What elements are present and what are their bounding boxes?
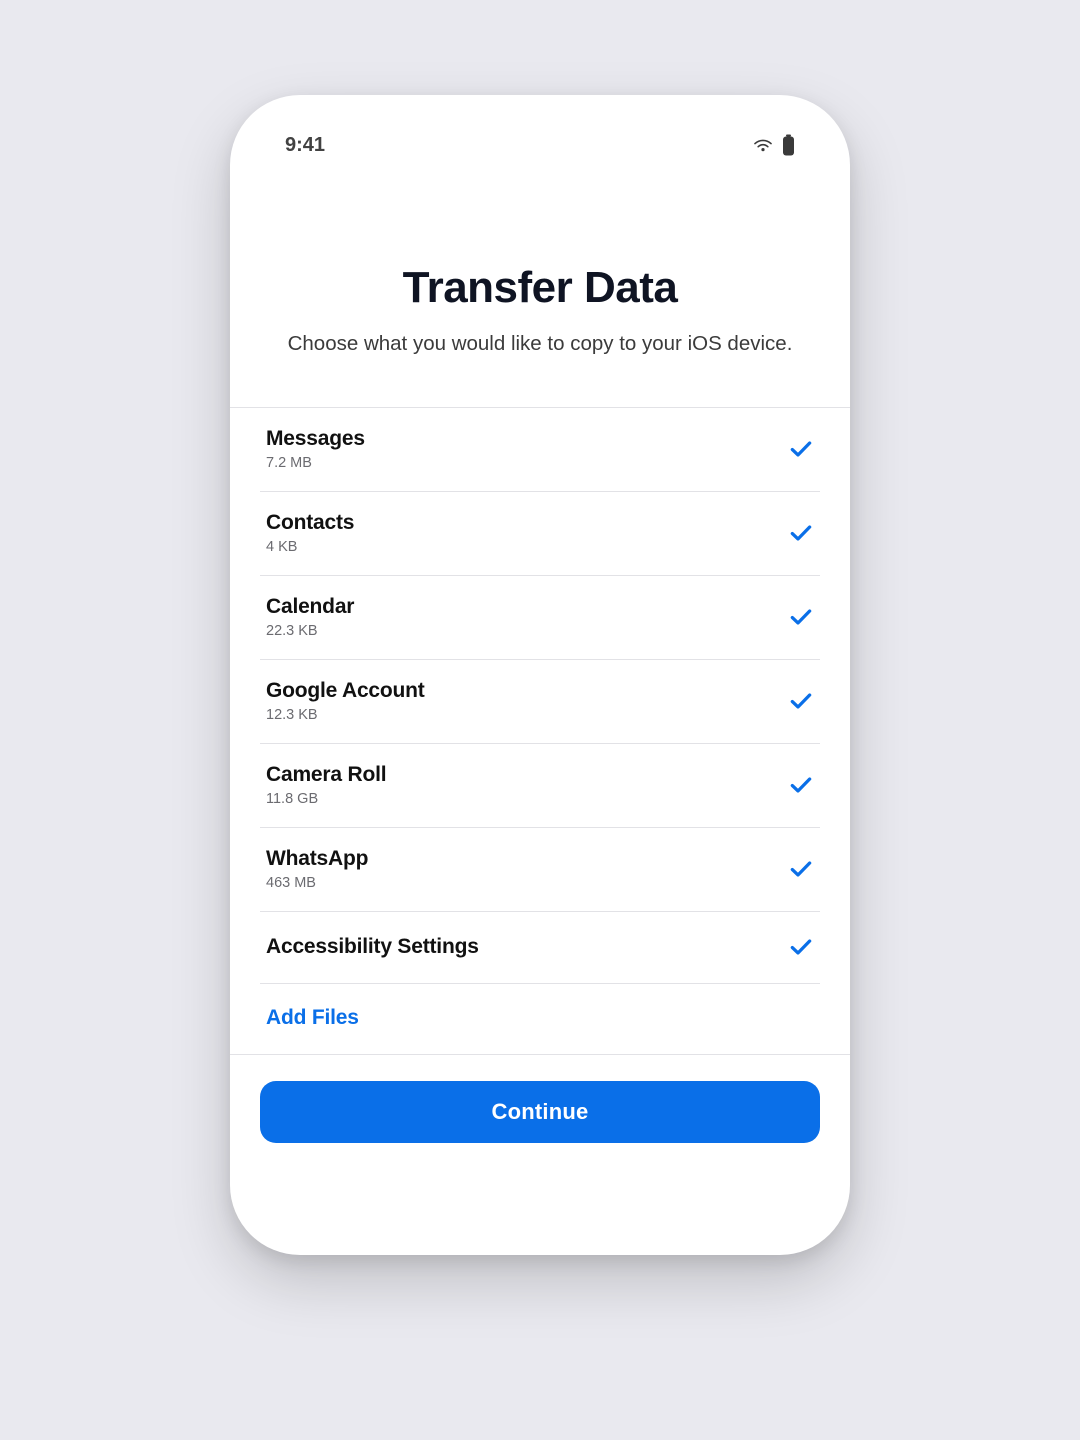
list-item-title: Accessibility Settings [266,935,479,959]
add-files-row: Add Files [230,984,850,1055]
page-title: Transfer Data [270,263,810,313]
checkmark-icon [788,520,814,546]
list-item-size: 22.3 KB [266,623,354,639]
device-frame: 9:41 Transfer Data Choose what you would… [230,95,850,1255]
wifi-icon [752,137,774,153]
add-files-button[interactable]: Add Files [266,1006,359,1030]
checkmark-icon [788,934,814,960]
list-item-title: WhatsApp [266,847,368,871]
checkmark-icon [788,436,814,462]
list-item-size: 12.3 KB [266,707,425,723]
list-item-title: Calendar [266,595,354,619]
list-item-size: 463 MB [266,875,368,891]
status-time: 9:41 [285,134,325,157]
page-header: Transfer Data Choose what you would like… [230,165,850,367]
list-item-title: Google Account [266,679,425,703]
list-item-camera-roll[interactable]: Camera Roll 11.8 GB [260,744,820,828]
list-item-size: 4 KB [266,539,354,555]
battery-icon [782,134,795,156]
list-item-title: Messages [266,427,365,451]
list-item-calendar[interactable]: Calendar 22.3 KB [260,576,820,660]
list-item-messages[interactable]: Messages 7.2 MB [260,408,820,492]
list-item-whatsapp[interactable]: WhatsApp 463 MB [260,828,820,912]
list-item-contacts[interactable]: Contacts 4 KB [260,492,820,576]
list-item-size: 7.2 MB [266,455,365,471]
checkmark-icon [788,688,814,714]
checkmark-icon [788,772,814,798]
checkmark-icon [788,604,814,630]
page-subtitle: Choose what you would like to copy to yo… [270,329,810,359]
list-item-title: Camera Roll [266,763,386,787]
footer: Continue [230,1055,850,1143]
list-item-accessibility-settings[interactable]: Accessibility Settings [260,912,820,984]
continue-button[interactable]: Continue [260,1081,820,1143]
list-item-size: 11.8 GB [266,791,386,807]
list-item-title: Contacts [266,511,354,535]
list-item-google-account[interactable]: Google Account 12.3 KB [260,660,820,744]
checkmark-icon [788,856,814,882]
status-indicators [752,134,795,156]
data-type-list: Messages 7.2 MB Contacts 4 KB Calendar 2… [230,408,850,984]
status-bar: 9:41 [230,95,850,165]
